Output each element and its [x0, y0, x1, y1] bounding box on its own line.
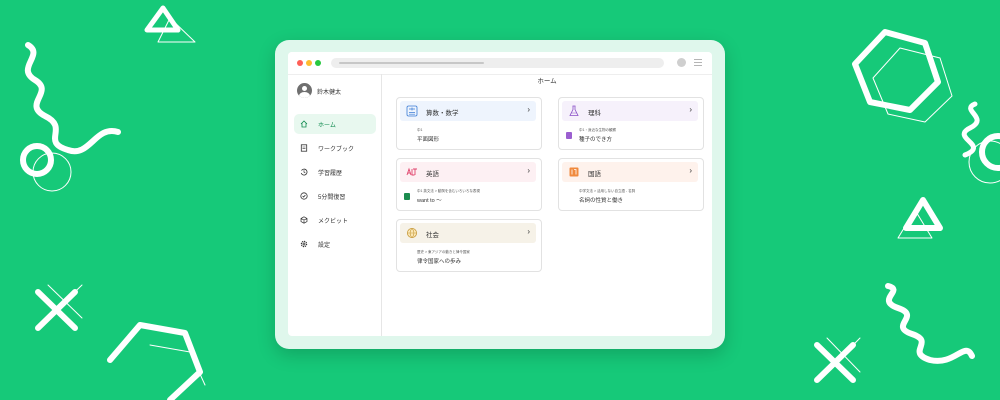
- browser-toolbar: [288, 52, 712, 75]
- flask-icon: [569, 105, 579, 116]
- sidebar-item-settings[interactable]: 設定: [294, 234, 376, 254]
- main-content: ホーム 算数・数学 › 中1 平面図形 理科 › 中1・身近な生物の観察 種子の…: [382, 74, 712, 336]
- profile-icon[interactable]: [677, 58, 686, 67]
- lesson-title: 名詞の性質と働き: [579, 198, 624, 204]
- card-header[interactable]: 算数・数学 ›: [400, 101, 536, 121]
- sidebar-item-review[interactable]: 5分間復習: [294, 186, 376, 206]
- subject-card-social[interactable]: 社会 › 歴史 > 東アジアの動きと律令国家 律令国家への歩み: [396, 219, 542, 272]
- avatar[interactable]: [297, 83, 312, 98]
- address-placeholder-line: [339, 62, 484, 64]
- subject-title: 理科: [588, 110, 601, 117]
- sidebar-item-home[interactable]: ホーム: [294, 114, 376, 134]
- cross-outline-shape: [47, 284, 83, 319]
- triangle-shape: [144, 5, 181, 33]
- cube-icon: [300, 216, 308, 224]
- user-name: 鈴木健太: [317, 90, 342, 96]
- squiggle-shape: [25, 42, 121, 155]
- lesson-title: 平面図形: [417, 137, 440, 143]
- gear-icon: [300, 240, 308, 248]
- chevron-right-icon: ›: [527, 227, 530, 236]
- chevron-right-icon: ›: [527, 105, 530, 114]
- card-header[interactable]: 英語 ›: [400, 162, 536, 182]
- lesson-title: want to 〜: [417, 198, 442, 204]
- english-badge-icon: [404, 193, 410, 200]
- sidebar-item-label: ワークブック: [318, 147, 355, 153]
- page-title: ホーム: [537, 78, 557, 85]
- card-header[interactable]: 社会 ›: [400, 223, 536, 243]
- close-window-button[interactable]: [297, 60, 303, 66]
- math-icon: [406, 105, 418, 117]
- lesson-title: 種子のでき方: [579, 137, 613, 143]
- sidebar-item-label: 学習履歴: [318, 171, 343, 177]
- card-header[interactable]: 理科 ›: [562, 101, 698, 121]
- globe-icon: [407, 228, 417, 238]
- subject-title: 算数・数学: [426, 110, 459, 117]
- subject-title: 国語: [588, 171, 601, 178]
- hamburger-menu-icon[interactable]: [694, 59, 702, 67]
- subject-card-japanese[interactable]: 国語 › 中学文法 > 活用しない自立語 - 名詞 名詞の性質と働き: [558, 158, 704, 211]
- english-icon: [406, 167, 417, 176]
- unit-path: 中1 英文法 > 動詞を含むいろいろな表現: [417, 189, 480, 193]
- subject-title: 社会: [426, 232, 439, 239]
- subject-title: 英語: [426, 171, 439, 178]
- chevron-right-icon: ›: [689, 105, 692, 114]
- sidebar-item-history[interactable]: 学習履歴: [294, 162, 376, 182]
- unit-path: 中1・身近な生物の観察: [579, 128, 616, 132]
- home-icon: [300, 120, 308, 128]
- app-window: 鈴木健太 ホーム ワークブック 学習履歴 5分間復習 メクビット 設定 ホーム …: [288, 52, 712, 336]
- check-circle-icon: [300, 192, 308, 200]
- book-icon: [569, 167, 579, 177]
- sidebar-item-label: メクビット: [318, 219, 349, 225]
- unit-path: 中学文法 > 活用しない自立語 - 名詞: [579, 189, 636, 193]
- lesson-title: 律令国家への歩み: [417, 259, 462, 265]
- sidebar-item-label: 設定: [318, 243, 331, 249]
- sidebar-item-workbook[interactable]: ワークブック: [294, 138, 376, 158]
- sidebar-item-mekubit[interactable]: メクビット: [294, 210, 376, 230]
- sidebar-item-label: ホーム: [318, 123, 336, 129]
- sidebar: 鈴木健太 ホーム ワークブック 学習履歴 5分間復習 メクビット 設定: [288, 74, 382, 336]
- maximize-window-button[interactable]: [315, 60, 321, 66]
- device-frame: 鈴木健太 ホーム ワークブック 学習履歴 5分間復習 メクビット 設定 ホーム …: [275, 40, 725, 349]
- address-bar[interactable]: [331, 58, 664, 68]
- chevron-right-icon: ›: [689, 166, 692, 175]
- subject-card-english[interactable]: 英語 › 中1 英文法 > 動詞を含むいろいろな表現 want to 〜: [396, 158, 542, 211]
- chevron-right-icon: ›: [527, 166, 530, 175]
- minimize-window-button[interactable]: [306, 60, 312, 66]
- history-icon: [300, 168, 308, 176]
- subject-card-science[interactable]: 理科 › 中1・身近な生物の観察 種子のでき方: [558, 97, 704, 150]
- science-badge-icon: [566, 132, 572, 139]
- hexagon-shape: [852, 29, 941, 113]
- squiggle-shape: [885, 283, 975, 364]
- unit-path: 歴史 > 東アジアの動きと律令国家: [417, 250, 470, 254]
- subject-card-math[interactable]: 算数・数学 › 中1 平面図形: [396, 97, 542, 150]
- unit-path: 中1: [417, 128, 423, 132]
- card-header[interactable]: 国語 ›: [562, 162, 698, 182]
- workbook-icon: [300, 144, 308, 152]
- hexagon-shape: [107, 322, 203, 400]
- sidebar-item-label: 5分間復習: [318, 195, 346, 201]
